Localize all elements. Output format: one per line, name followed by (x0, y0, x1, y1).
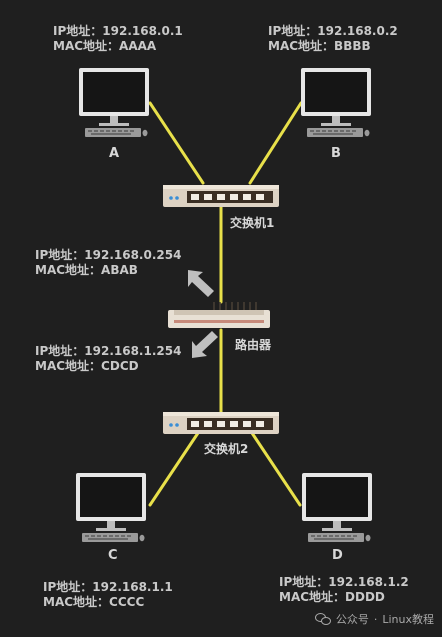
host-c-info: IP地址：192.168.1.1 MAC地址：CCCC (43, 580, 173, 610)
link-a-switch1 (148, 101, 205, 185)
arrow-up-left-icon (188, 270, 214, 297)
router-port1-ip: IP地址：192.168.1.254 (35, 344, 182, 358)
wechat-icon (314, 613, 331, 625)
router-port1-info: IP地址：192.168.1.254 MAC地址：CDCD (35, 344, 181, 374)
router-port1-mac: MAC地址：CDCD (35, 359, 139, 373)
footer-dot: · (373, 612, 378, 626)
footer-prefix: 公众号 (335, 613, 369, 626)
host-d-info: IP地址：192.168.1.2 MAC地址：DDDD (279, 575, 409, 605)
host-d-label: D (332, 548, 343, 563)
host-b-label: B (331, 146, 341, 161)
computer-c-icon (76, 473, 146, 542)
computer-a-icon (79, 68, 149, 137)
link-switch2-c (148, 428, 202, 507)
host-a-label: A (109, 146, 120, 161)
host-a-mac: MAC地址：AAAA (53, 39, 157, 53)
computer-b-icon (301, 68, 371, 137)
switch2-label: 交换机2 (204, 442, 249, 456)
host-b-mac: MAC地址：BBBB (268, 39, 371, 53)
footer-name: Linux教程 (382, 613, 434, 626)
switch1-label: 交换机1 (230, 216, 275, 230)
link-switch2-d (248, 428, 302, 507)
router-icon (167, 301, 271, 329)
computer-d-icon (302, 473, 372, 542)
footer-watermark: 公众号 · Linux教程 (314, 611, 434, 627)
host-c-label: C (108, 548, 118, 563)
router-port0-ip: IP地址：192.168.0.254 (35, 248, 182, 262)
switch1-icon (163, 185, 279, 207)
router-port0-info: IP地址：192.168.0.254 MAC地址：ABAB (35, 248, 181, 278)
host-a-info: IP地址：192.168.0.1 MAC地址：AAAA (53, 24, 183, 54)
host-b-ip: IP地址：192.168.0.2 (268, 24, 398, 38)
host-c-mac: MAC地址：CCCC (43, 595, 145, 609)
host-d-mac: MAC地址：DDDD (279, 590, 385, 604)
host-b-info: IP地址：192.168.0.2 MAC地址：BBBB (268, 24, 398, 54)
network-diagram (76, 68, 372, 542)
arrow-down-left-icon (192, 331, 218, 358)
link-b-switch1 (248, 101, 303, 185)
host-c-ip: IP地址：192.168.1.1 (43, 580, 173, 594)
host-d-ip: IP地址：192.168.1.2 (279, 575, 409, 589)
switch2-icon (163, 412, 279, 434)
router-port0-mac: MAC地址：ABAB (35, 263, 138, 277)
router-label: 路由器 (235, 338, 272, 352)
host-a-ip: IP地址：192.168.0.1 (53, 24, 183, 38)
